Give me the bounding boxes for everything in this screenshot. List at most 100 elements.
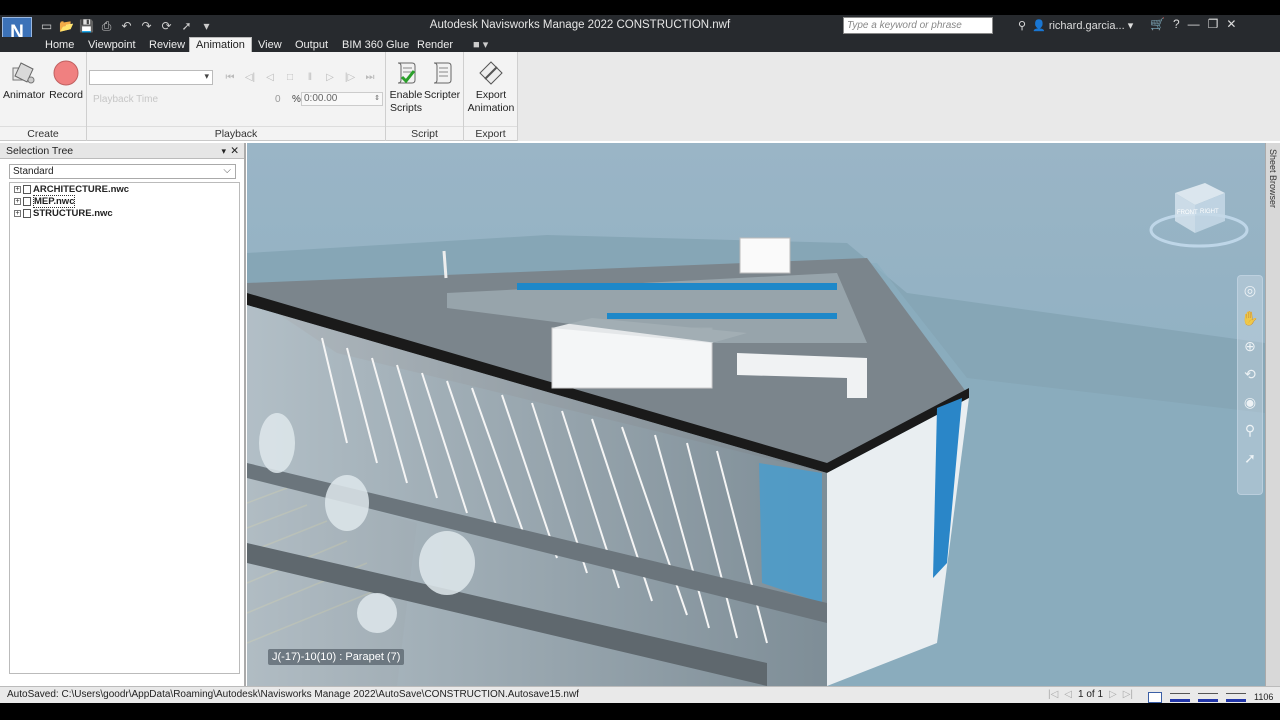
binoculars-icon[interactable]: ⚲ xyxy=(1018,20,1026,32)
stop-icon[interactable]: □ xyxy=(282,71,298,85)
record-button[interactable]: Record xyxy=(47,60,85,102)
panel-close-icon[interactable]: ✕ xyxy=(230,143,239,159)
tree-item-label: MEP.nwc xyxy=(33,195,76,208)
tab-output[interactable]: Output xyxy=(289,38,334,52)
prev-sheet-icon[interactable]: ◁ xyxy=(1064,687,1072,703)
navigation-bar: ◎ ✋ ⊕ ⟲ ◉ ⚲ ➚ xyxy=(1237,275,1263,495)
tree-item-architecture[interactable]: + ARCHITECTURE.nwc xyxy=(14,184,129,195)
tab-view[interactable]: View xyxy=(252,38,288,52)
open-icon[interactable]: 📂 xyxy=(58,18,75,34)
tab-bim360-glue[interactable]: BIM 360 Glue xyxy=(336,38,415,52)
sheet-browser-tab[interactable]: Sheet Browser xyxy=(1265,143,1280,686)
look-icon[interactable]: ◉ xyxy=(1238,388,1262,416)
first-sheet-icon[interactable]: |◁ xyxy=(1048,687,1058,703)
last-sheet-icon[interactable]: ▷| xyxy=(1123,687,1133,703)
rewind-icon[interactable]: ⏮ xyxy=(222,71,238,85)
panel-menu-icon[interactable]: ▾ xyxy=(221,143,226,159)
maximize-icon[interactable]: ❐ xyxy=(1208,17,1219,31)
autosave-status: AutoSaved: C:\Users\goodr\AppData\Roamin… xyxy=(7,689,579,700)
undo-icon[interactable]: ↶ xyxy=(118,18,135,34)
tab-render[interactable]: Render xyxy=(411,38,459,52)
next-sheet-icon[interactable]: ▷ xyxy=(1109,687,1117,703)
playback-panel-label: Playback xyxy=(87,126,385,140)
playback-time-field[interactable]: 0:00.00 ⇕ xyxy=(301,92,383,106)
window-title: Autodesk Navisworks Manage 2022 CONSTRUC… xyxy=(429,19,731,31)
animator-button[interactable]: Animator xyxy=(3,60,45,102)
help-icon[interactable]: ? xyxy=(1173,17,1180,31)
fast-forward-icon[interactable]: ⏭ xyxy=(362,71,378,85)
tab-home[interactable]: Home xyxy=(39,38,80,52)
user-account-menu[interactable]: ⚲ 👤 richard.garcia... ▾ xyxy=(1018,19,1133,32)
customize-qat-icon[interactable]: ▾ xyxy=(198,18,215,34)
animator-icon xyxy=(12,62,35,84)
tree-item-label: ARCHITECTURE.nwc xyxy=(33,184,130,195)
export-panel-label: Export xyxy=(464,126,517,140)
mid-level-window-band xyxy=(607,313,837,319)
help-search-input[interactable]: Type a keyword or phrase xyxy=(843,17,993,34)
scripter-button[interactable]: Scripter xyxy=(424,60,460,102)
enable-scripts-label-1: Enable xyxy=(389,89,423,101)
ribbon-panel-export: Export Animation Export xyxy=(464,52,518,141)
play-reverse-icon[interactable]: ◁ xyxy=(262,71,278,85)
sheet-pager-text: 1 of 1 xyxy=(1078,689,1104,700)
save-icon[interactable]: 💾 xyxy=(78,18,95,34)
pan-icon[interactable]: ✋ xyxy=(1238,304,1262,332)
export-animation-button[interactable]: Export Animation xyxy=(465,60,517,115)
selection-tree-mode-value: Standard xyxy=(13,166,54,177)
viewcube-right-label: RIGHT xyxy=(1200,209,1219,215)
animation-select[interactable] xyxy=(89,70,213,85)
selection-tree-header[interactable]: Selection Tree ▾ ✕ xyxy=(0,143,244,159)
selection-tree-list: + ARCHITECTURE.nwc + MEP.nwc + STRUCTURE… xyxy=(9,182,240,674)
close-icon[interactable]: ✕ xyxy=(1226,17,1236,31)
glass-curtain-wall xyxy=(759,463,822,603)
tree-item-structure[interactable]: + STRUCTURE.nwc xyxy=(14,208,113,219)
steering-wheel-icon[interactable]: ◎ xyxy=(1238,276,1262,304)
expand-icon[interactable]: + xyxy=(14,186,21,193)
selection-tree-mode-select[interactable]: Standard xyxy=(9,164,236,179)
upper-level-window-band xyxy=(517,283,837,290)
pause-icon[interactable]: ‖ xyxy=(302,71,318,85)
tab-review[interactable]: Review xyxy=(143,38,191,52)
spin-icon[interactable]: ⇕ xyxy=(374,93,380,105)
building-scene: FRONT RIGHT xyxy=(247,143,1265,686)
ribbon-panel-script: Enable Scripts Scripter Script xyxy=(386,52,464,141)
print-icon[interactable]: ⎙ xyxy=(98,18,115,34)
zoom-icon[interactable]: ⊕ xyxy=(1238,332,1262,360)
sheet-pager: |◁ ◁ 1 of 1 ▷ ▷| xyxy=(1048,687,1133,703)
sheet-icon[interactable] xyxy=(1148,691,1162,703)
viewcube-front-label: FRONT xyxy=(1177,210,1198,216)
ribbon-empty-area xyxy=(518,52,1280,141)
enable-scripts-icon xyxy=(397,62,416,84)
redo-icon[interactable]: ↷ xyxy=(138,18,155,34)
tab-extra-camera-icon[interactable]: ■ ▾ xyxy=(467,38,494,52)
select-tool-icon[interactable]: ➚ xyxy=(1238,444,1262,472)
3d-model-viewport[interactable]: FRONT RIGHT xyxy=(247,143,1265,686)
select-icon[interactable]: ➚ xyxy=(178,18,195,34)
new-icon[interactable]: ▭ xyxy=(38,18,55,34)
tree-item-mep[interactable]: + MEP.nwc xyxy=(14,195,76,208)
window-controls: 🛒 ? — ❐ ✕ xyxy=(1150,17,1236,31)
step-back-icon[interactable]: ◁| xyxy=(242,71,258,85)
status-bar: AutoSaved: C:\Users\goodr\AppData\Roamin… xyxy=(0,686,1280,703)
tab-animation[interactable]: Animation xyxy=(189,37,252,53)
ribbon-panel-create: Animator Record Create xyxy=(0,52,87,141)
expand-icon[interactable]: + xyxy=(14,210,21,217)
enable-scripts-button[interactable]: Enable Scripts xyxy=(388,60,424,115)
play-icon[interactable]: ▷ xyxy=(322,71,338,85)
orbit-icon[interactable]: ⟲ xyxy=(1238,360,1262,388)
cart-icon[interactable]: 🛒 xyxy=(1150,17,1165,31)
tree-item-label: STRUCTURE.nwc xyxy=(33,208,113,219)
sheet-browser-label: Sheet Browser xyxy=(1268,149,1278,209)
tab-viewpoint[interactable]: Viewpoint xyxy=(82,38,142,52)
minimize-icon[interactable]: — xyxy=(1188,17,1200,31)
bottom-letterbox xyxy=(0,703,1280,720)
playback-position-value: 0 xyxy=(275,94,281,105)
quick-access-toolbar: ▭ 📂 💾 ⎙ ↶ ↷ ⟳ ➚ ▾ xyxy=(38,17,215,35)
file-icon xyxy=(23,185,31,194)
export-animation-icon xyxy=(479,61,503,85)
walk-icon[interactable]: ⚲ xyxy=(1238,416,1262,444)
refresh-icon[interactable]: ⟳ xyxy=(158,18,175,34)
stair-tower xyxy=(739,237,791,274)
expand-icon[interactable]: + xyxy=(14,198,21,205)
step-forward-icon[interactable]: |▷ xyxy=(342,71,358,85)
